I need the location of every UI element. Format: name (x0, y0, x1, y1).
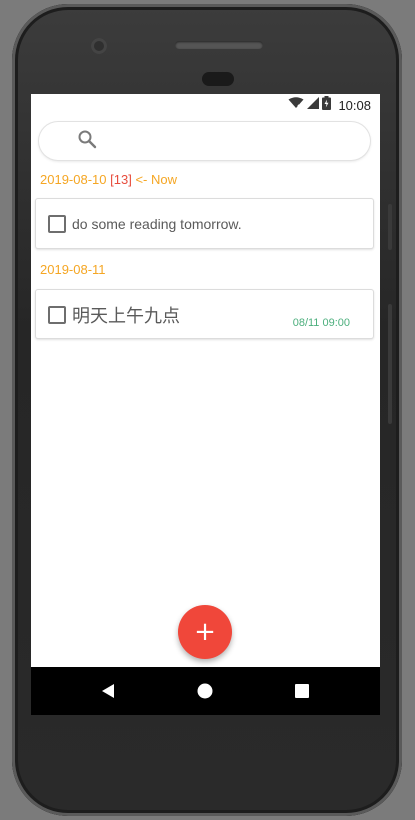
front-camera (91, 38, 107, 54)
volume-button (388, 304, 392, 424)
earpiece-speaker (175, 41, 263, 49)
signal-icon (307, 97, 320, 113)
search-bar[interactable] (39, 122, 370, 160)
proximity-sensor (202, 72, 234, 86)
search-icon[interactable] (77, 129, 97, 153)
home-icon[interactable] (181, 667, 229, 715)
recents-icon[interactable] (278, 667, 326, 715)
date-header: 2019-08-11 (40, 262, 106, 277)
task-text: 明天上午九点 (72, 306, 180, 326)
task-checkbox[interactable] (48, 306, 66, 324)
task-count: [13] (110, 172, 132, 187)
status-bar: 10:08 (31, 94, 380, 116)
navigation-bar (31, 667, 380, 715)
date-label: 2019-08-10 (40, 172, 107, 187)
task-card[interactable]: 明天上午九点 08/11 09:00 (35, 289, 374, 339)
add-task-button[interactable]: + (178, 605, 232, 659)
now-label: <- Now (135, 172, 177, 187)
search-input[interactable] (107, 132, 351, 150)
task-checkbox[interactable] (48, 215, 66, 233)
battery-charging-icon (322, 96, 332, 114)
task-time: 08/11 09:00 (292, 317, 350, 329)
date-label: 2019-08-11 (40, 262, 106, 277)
date-header: 2019-08-10 [13] <- Now (40, 172, 177, 187)
status-clock: 10:08 (338, 97, 371, 113)
app-screen: 10:08 2019-08-10 [13] <- Now do some rea… (31, 94, 380, 715)
task-card[interactable]: do some reading tomorrow. (35, 198, 374, 249)
back-icon[interactable] (84, 667, 132, 715)
power-button (388, 204, 392, 250)
wifi-off-icon (288, 97, 304, 113)
task-text: do some reading tomorrow. (72, 216, 242, 232)
